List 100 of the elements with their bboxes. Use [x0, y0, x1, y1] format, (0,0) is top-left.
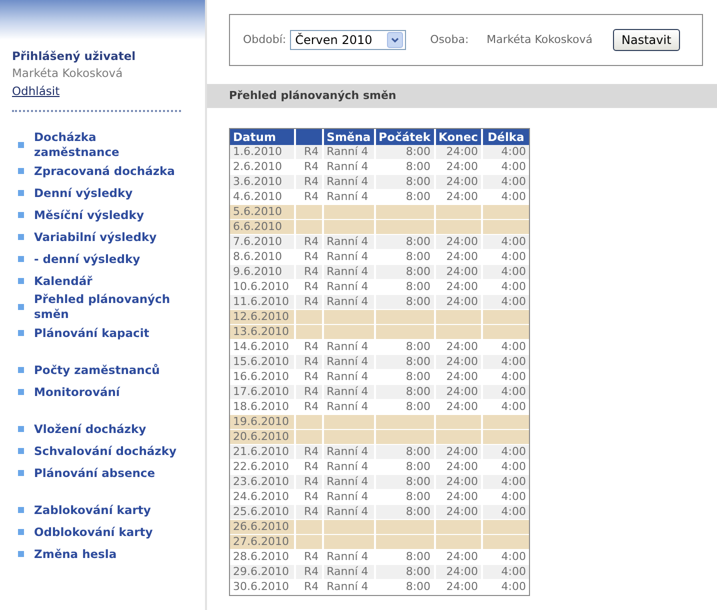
table-cell: 4:00 [501, 280, 526, 293]
bullet-icon [18, 278, 24, 284]
table-cell: 6.6.2010 [233, 220, 282, 233]
bullet-icon [18, 234, 24, 240]
table-cell: 8:00 [406, 565, 431, 578]
table-cell: Ranní 4 [326, 490, 368, 503]
logout-link[interactable]: Odhlásit [12, 84, 60, 98]
menu-link[interactable]: Variabilní výsledky [34, 230, 157, 244]
table-cell: 15.6.2010 [233, 355, 289, 368]
menu-link[interactable]: Schvalování docházky [34, 444, 177, 458]
table-cell: R4 [304, 550, 319, 563]
table-cell: 24:00 [446, 235, 478, 248]
table-cell: 4:00 [501, 235, 526, 248]
table-cell: 4:00 [501, 355, 526, 368]
table-cell: 8:00 [406, 385, 431, 398]
menu-link[interactable]: - denní výsledky [34, 252, 140, 266]
menu-link[interactable]: Monitorování [34, 384, 120, 400]
table-cell: R4 [304, 265, 319, 278]
table-cell: 4:00 [501, 370, 526, 383]
table-cell: Ranní 4 [326, 475, 368, 488]
table-cell: 13.6.2010 [233, 325, 289, 338]
table-cell: 24:00 [446, 145, 478, 158]
table-cell: R4 [304, 505, 319, 518]
table-cell: 24:00 [446, 250, 478, 263]
table-cell: 11.6.2010 [233, 295, 289, 308]
menu-link[interactable]: Počty zaměstnanců [34, 362, 160, 378]
column-header: Směna [326, 130, 371, 144]
table-cell: R4 [304, 235, 319, 248]
table-cell: R4 [304, 175, 319, 188]
table-cell: R4 [304, 160, 319, 173]
table-cell: 10.6.2010 [233, 280, 289, 293]
table-cell: 24:00 [446, 355, 478, 368]
table-cell: 8:00 [406, 505, 431, 518]
table-cell: 4:00 [501, 145, 526, 158]
column-header: Datum [233, 130, 276, 144]
bullet-icon [18, 330, 24, 336]
menu-link[interactable]: Přehled plánovaných směn [34, 292, 184, 322]
table-cell: 4:00 [501, 490, 526, 503]
bullet-icon [18, 507, 24, 513]
menu-link[interactable]: Plánování absence [34, 466, 156, 480]
table-cell: Ranní 4 [326, 565, 368, 578]
table-cell: 8:00 [406, 175, 431, 188]
table-cell: 4:00 [501, 400, 526, 413]
menu-link[interactable]: Docházka zaměstnance [34, 130, 184, 160]
table-cell: 8:00 [406, 265, 431, 278]
menu-link[interactable]: Zablokování karty [34, 502, 151, 518]
table-cell: 8:00 [406, 580, 431, 593]
table-cell: 28.6.2010 [233, 550, 289, 563]
table-cell: 24:00 [446, 580, 478, 593]
table-cell: Ranní 4 [326, 550, 368, 563]
period-dropdown[interactable]: Červen 2010 [290, 30, 406, 50]
table-cell: R4 [304, 490, 319, 503]
table-cell: 4:00 [501, 265, 526, 278]
table-cell: 24:00 [446, 475, 478, 488]
menu-link[interactable]: Denní výsledky [34, 186, 133, 200]
menu-link[interactable]: Zpracovaná docházka [34, 164, 175, 178]
table-cell: 29.6.2010 [233, 565, 289, 578]
table-cell: 24:00 [446, 490, 478, 503]
table-cell: Ranní 4 [326, 160, 368, 173]
table-cell: 22.6.2010 [233, 460, 289, 473]
table-cell: Ranní 4 [326, 460, 368, 473]
set-button[interactable]: Nastavit [612, 29, 680, 51]
bullet-icon [18, 529, 24, 535]
table-cell: 24:00 [446, 370, 478, 383]
table-cell: Ranní 4 [326, 250, 368, 263]
table-cell: 8:00 [406, 145, 431, 158]
table-cell: 24:00 [446, 340, 478, 353]
table-cell: 3.6.2010 [233, 175, 282, 188]
table-cell: 8:00 [406, 475, 431, 488]
table-cell: Ranní 4 [326, 355, 368, 368]
table-cell: 8:00 [406, 370, 431, 383]
table-cell: 12.6.2010 [233, 310, 289, 323]
bullet-icon [18, 304, 24, 310]
table-cell: Ranní 4 [326, 190, 368, 203]
column-header: Délka [488, 130, 524, 144]
menu-link[interactable]: Změna hesla [34, 546, 117, 562]
table-cell: 25.6.2010 [233, 505, 289, 518]
table-cell: Ranní 4 [326, 505, 368, 518]
table-cell: 8:00 [406, 400, 431, 413]
menu-link[interactable]: Kalendář [34, 274, 92, 288]
user-heading: Přihlášený uživatel [12, 48, 137, 65]
menu-link[interactable]: Měsíční výsledky [34, 208, 144, 222]
table-cell: 26.6.2010 [233, 520, 289, 533]
menu-link[interactable]: Odblokování karty [34, 524, 153, 540]
table-cell: 4:00 [501, 340, 526, 353]
table-cell: 24:00 [446, 175, 478, 188]
table-cell: 1.6.2010 [233, 145, 282, 158]
table-cell: R4 [304, 385, 319, 398]
table-cell: 24:00 [446, 460, 478, 473]
table-cell: 4:00 [501, 505, 526, 518]
table-cell: 30.6.2010 [233, 580, 289, 593]
table-cell: Ranní 4 [326, 385, 368, 398]
table-cell: 14.6.2010 [233, 340, 289, 353]
menu-link[interactable]: Vložení docházky [34, 422, 146, 436]
table-cell: 24:00 [446, 400, 478, 413]
table-cell: 24:00 [446, 295, 478, 308]
table-cell: 24:00 [446, 190, 478, 203]
table-cell: R4 [304, 355, 319, 368]
table-cell: R4 [304, 145, 319, 158]
menu-link[interactable]: Plánování kapacit [34, 326, 150, 340]
